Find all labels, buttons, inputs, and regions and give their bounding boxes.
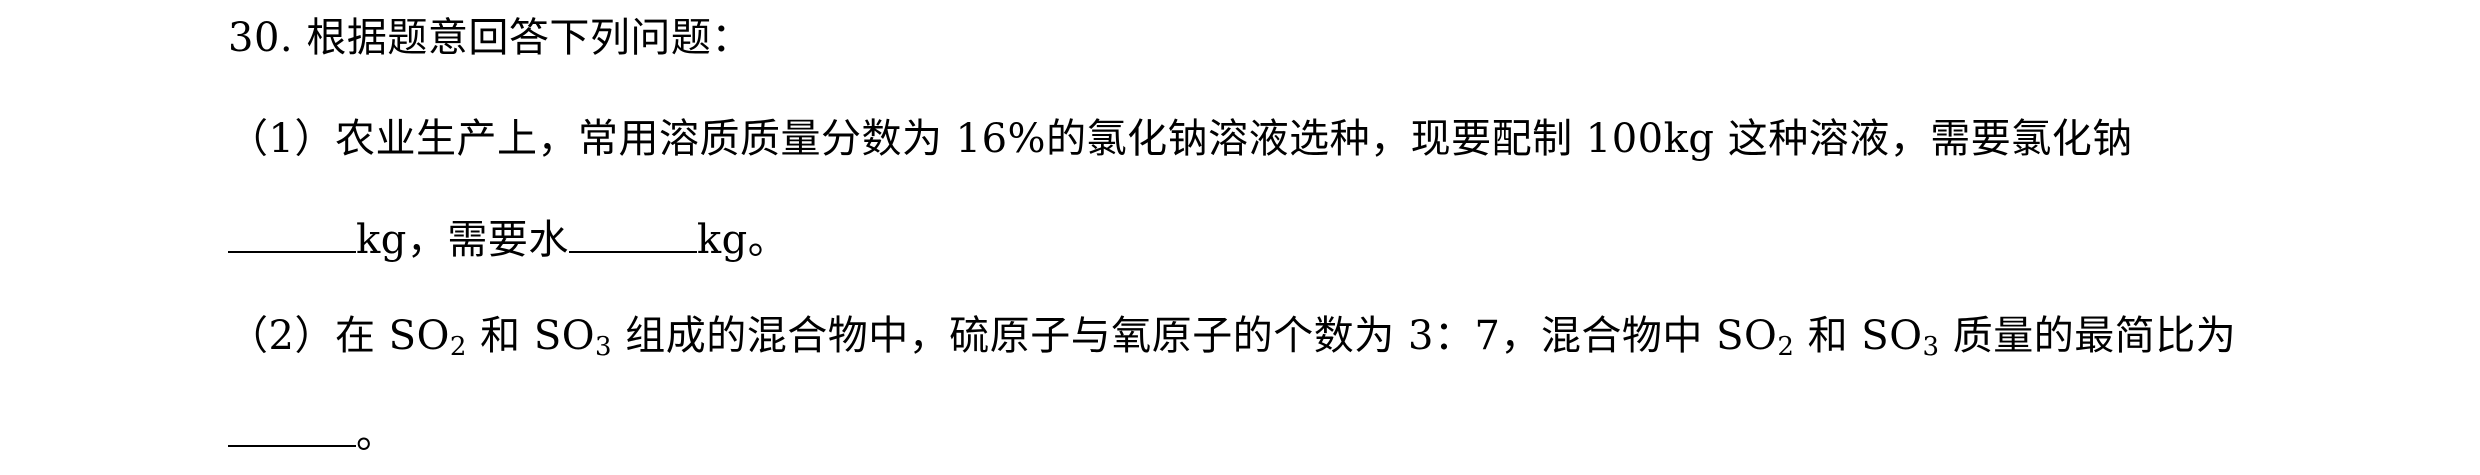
part2-prefix: （2）在 SO bbox=[228, 313, 450, 359]
subscript: 2 bbox=[1777, 332, 1795, 362]
part2-end: 。 bbox=[356, 411, 397, 457]
subscript: 3 bbox=[595, 332, 613, 362]
unit-kg-end: kg。 bbox=[696, 217, 789, 263]
document-page: 30. 根据题意回答下列问题： （1）农业生产上，常用溶质质量分数为 16%的氯… bbox=[0, 0, 2480, 475]
answer-blank-sodium-chloride[interactable] bbox=[228, 217, 356, 253]
question-title: 根据题意回答下列问题： bbox=[306, 15, 752, 61]
part2-answer-line: 。 bbox=[228, 410, 397, 458]
subscript: 3 bbox=[1922, 332, 1940, 362]
part1-line1: （1）农业生产上，常用溶质质量分数为 16%的氯化钠溶液选种，现要配制 100k… bbox=[228, 116, 2133, 162]
part1-answer-line: kg，需要水 kg。 bbox=[228, 216, 788, 264]
subscript: 2 bbox=[449, 332, 467, 362]
part2-middle: 组成的混合物中，硫原子与氧原子的个数为 3：7，混合物中 SO bbox=[612, 313, 1778, 359]
part2-text: （2）在 SO2 和 SO3 组成的混合物中，硫原子与氧原子的个数为 3：7，混… bbox=[228, 312, 2236, 360]
question-number: 30. bbox=[228, 15, 294, 61]
answer-blank-water[interactable] bbox=[568, 217, 697, 253]
part2-and: 和 SO bbox=[466, 313, 596, 359]
question-heading: 30. 根据题意回答下列问题： bbox=[228, 14, 752, 62]
part2-and: 和 SO bbox=[1794, 313, 1923, 359]
unit-kg-water-label: kg，需要水 bbox=[356, 217, 569, 263]
answer-blank-mass-ratio[interactable] bbox=[228, 411, 356, 447]
part1-text: （1）农业生产上，常用溶质质量分数为 16%的氯化钠溶液选种，现要配制 100k… bbox=[228, 115, 2133, 163]
part2-suffix: 质量的最简比为 bbox=[1939, 313, 2237, 359]
